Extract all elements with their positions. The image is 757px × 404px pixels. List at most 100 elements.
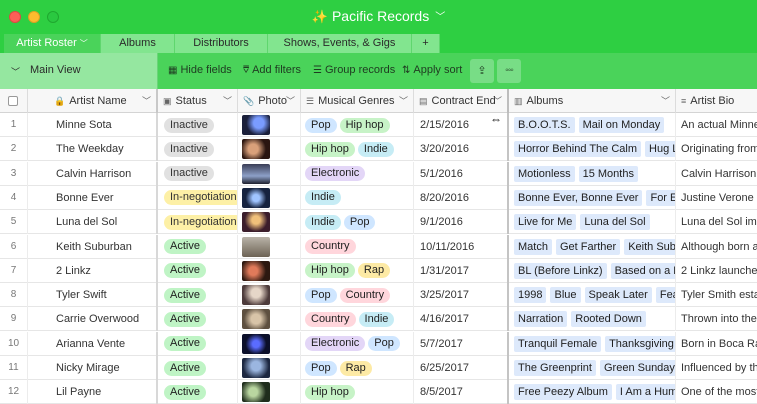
hide-fields-button[interactable]: ▦ Hide fields bbox=[168, 64, 232, 76]
tab-artist-roster[interactable]: Artist Roster ﹀ bbox=[4, 34, 101, 53]
cell-artist-name[interactable]: Luna del Sol bbox=[28, 210, 158, 235]
cell-albums[interactable]: B.O.O.T.S. Mail on Monday bbox=[509, 113, 676, 137]
cell-photo[interactable] bbox=[238, 161, 301, 186]
linked-album-record[interactable]: Green Sunday: Rel bbox=[599, 360, 675, 377]
cell-photo[interactable] bbox=[238, 307, 301, 332]
cell-status[interactable]: Active bbox=[158, 331, 238, 356]
select-all-checkbox[interactable] bbox=[0, 89, 28, 113]
cell-albums[interactable]: MatchGet FartherKeith Suburba bbox=[509, 234, 676, 259]
cell-musical-genres[interactable]: Pop Hip hop bbox=[301, 113, 414, 137]
linked-album-record[interactable]: Match bbox=[514, 238, 552, 255]
linked-album-record[interactable]: BL (Before Linkz) bbox=[514, 262, 607, 279]
linked-album-record[interactable]: Live for Me bbox=[514, 214, 577, 231]
table-row[interactable]: 5 Luna del Sol In-negotiation Indie Pop 9/1/2… bbox=[0, 210, 757, 235]
linked-album-record[interactable]: Motionless bbox=[514, 165, 575, 182]
cell-albums[interactable]: Narration Rooted Down bbox=[509, 307, 676, 332]
add-filters-button[interactable]: ⩢ Add filters bbox=[243, 64, 301, 76]
cell-musical-genres[interactable]: Hip hop Indie bbox=[301, 137, 414, 162]
cell-albums[interactable]: Bonne Ever, Bonne EverFor Ella, F bbox=[509, 185, 676, 210]
linked-album-record[interactable]: Horror Behind The Calm bbox=[514, 141, 642, 158]
table-row[interactable]: 2 The Weekday Inactive Hip hop Indie 3/20/201… bbox=[0, 137, 757, 162]
linked-album-record[interactable]: The Greenprint bbox=[514, 360, 596, 377]
cell-artist-name[interactable]: Lil Payne bbox=[28, 380, 158, 404]
cell-artist-bio[interactable]: Originating from t bbox=[676, 137, 757, 161]
artist-photo-thumbnail[interactable] bbox=[242, 285, 270, 306]
cell-photo[interactable] bbox=[238, 380, 301, 404]
cell-musical-genres[interactable]: Pop Rap bbox=[301, 356, 414, 380]
tab-albums[interactable]: Albums bbox=[101, 34, 175, 53]
cell-contract-end[interactable]: 9/1/2016 bbox=[414, 210, 509, 235]
cell-musical-genres[interactable]: Hip hop bbox=[301, 380, 414, 404]
cell-artist-name[interactable]: Nicky Mirage bbox=[28, 356, 158, 380]
cell-artist-bio[interactable]: Although born an bbox=[676, 235, 757, 259]
linked-album-record[interactable]: Blue bbox=[550, 287, 581, 304]
table-row[interactable]: 6 Keith Suburban Active Country 10/11/2016 Ma… bbox=[0, 234, 757, 259]
linked-album-record[interactable]: Speak Later bbox=[584, 287, 652, 304]
cell-musical-genres[interactable]: Indie bbox=[301, 185, 414, 210]
linked-album-record[interactable]: Hug Lanc bbox=[645, 141, 675, 158]
cell-status[interactable]: Active bbox=[158, 283, 238, 308]
cell-contract-end[interactable]: 3/25/2017 bbox=[414, 283, 509, 308]
view-switcher[interactable]: ﹀ Main View bbox=[0, 53, 158, 89]
cell-photo[interactable] bbox=[238, 356, 301, 380]
cell-artist-name[interactable]: Tyler Swift bbox=[28, 283, 158, 308]
cell-status[interactable]: Inactive bbox=[158, 113, 238, 137]
cell-photo[interactable] bbox=[238, 210, 301, 235]
cell-artist-bio[interactable]: Influenced by the bbox=[676, 356, 757, 380]
linked-album-record[interactable]: Fearful bbox=[655, 287, 675, 304]
linked-album-record[interactable]: For Ella, F bbox=[646, 189, 675, 206]
cell-artist-bio[interactable]: Calvin Harrison w bbox=[676, 162, 757, 186]
cell-albums[interactable]: Horror Behind The CalmHug Lanc bbox=[509, 137, 676, 162]
cell-albums[interactable]: Motionless 15 Months bbox=[509, 161, 676, 186]
cell-status[interactable]: Active bbox=[158, 258, 238, 283]
table-row[interactable]: 10 Arianna Vente Active Electronic Pop 5/7/20… bbox=[0, 331, 757, 356]
table-row[interactable]: 8 Tyler Swift Active Pop Country 3/25/2017 199… bbox=[0, 283, 757, 308]
linked-album-record[interactable]: Based on a F.A.L bbox=[610, 262, 675, 279]
cell-artist-name[interactable]: Carrie Overwood bbox=[28, 307, 158, 332]
cell-artist-bio[interactable]: Born in Boca Rate bbox=[676, 332, 757, 356]
cell-artist-bio[interactable]: Tyler Smith establ bbox=[676, 283, 757, 307]
cell-artist-bio[interactable]: An actual Minnes bbox=[676, 113, 757, 137]
cell-artist-name[interactable]: Calvin Harrison bbox=[28, 161, 158, 186]
group-records-button[interactable]: ☰ Group records bbox=[313, 64, 395, 76]
cell-albums[interactable]: Live for Me Luna del Sol bbox=[509, 210, 676, 235]
cell-status[interactable]: Active bbox=[158, 307, 238, 332]
artist-photo-thumbnail[interactable] bbox=[242, 309, 270, 330]
linked-album-record[interactable]: Free Peezy Album bbox=[514, 384, 612, 401]
table-row[interactable]: 12 Lil Payne Active Hip hop 8/5/2017 Free Pee… bbox=[0, 380, 757, 404]
cell-photo[interactable] bbox=[238, 283, 301, 308]
cell-albums[interactable]: 1998BlueSpeak LaterFearful bbox=[509, 283, 676, 308]
cell-photo[interactable] bbox=[238, 185, 301, 210]
cell-artist-name[interactable]: Arianna Vente bbox=[28, 331, 158, 356]
table-row[interactable]: 1 Minne Sota Inactive Pop Hip hop 2/15/2016 B.… bbox=[0, 113, 757, 137]
cell-artist-bio[interactable]: Thrown into the n bbox=[676, 307, 757, 331]
cell-artist-bio[interactable]: One of the most g bbox=[676, 380, 757, 404]
linked-album-record[interactable]: I Am a Human E bbox=[615, 384, 675, 401]
cell-artist-name[interactable]: Bonne Ever bbox=[28, 185, 158, 210]
cell-contract-end[interactable]: 6/25/2017 bbox=[414, 356, 509, 380]
cell-musical-genres[interactable]: Country Indie bbox=[301, 307, 414, 332]
cell-musical-genres[interactable]: Electronic bbox=[301, 161, 414, 186]
share-button[interactable]: ⇪ bbox=[470, 59, 494, 83]
linked-album-record[interactable]: Tranquil Female bbox=[514, 335, 602, 352]
artist-photo-thumbnail[interactable] bbox=[242, 115, 270, 135]
linked-album-record[interactable]: 15 Months bbox=[578, 165, 638, 182]
tab-shows-events-gigs[interactable]: Shows, Events, & Gigs bbox=[268, 34, 412, 53]
artist-photo-thumbnail[interactable] bbox=[242, 212, 270, 233]
artist-photo-thumbnail[interactable] bbox=[242, 260, 270, 281]
cell-status[interactable]: In-negotiation bbox=[158, 210, 238, 235]
cell-status[interactable]: Active bbox=[158, 356, 238, 380]
table-row[interactable]: 3 Calvin Harrison Inactive Electronic 5/1/20… bbox=[0, 161, 757, 186]
cell-contract-end[interactable]: 10/11/2016 bbox=[414, 234, 509, 259]
cell-artist-bio[interactable]: 2 Linkz launched bbox=[676, 259, 757, 283]
cell-musical-genres[interactable]: Pop Country bbox=[301, 283, 414, 308]
cell-musical-genres[interactable]: Electronic Pop bbox=[301, 331, 414, 356]
table-row[interactable]: 9 Carrie Overwood Active Country Indie 4/16/2… bbox=[0, 307, 757, 332]
add-table-button[interactable]: + bbox=[412, 34, 440, 53]
apply-sort-button[interactable]: ⇅ Apply sort bbox=[402, 64, 462, 76]
tab-distributors[interactable]: Distributors bbox=[175, 34, 268, 53]
artist-photo-thumbnail[interactable] bbox=[242, 358, 270, 378]
cell-artist-name[interactable]: Minne Sota bbox=[28, 113, 158, 137]
cell-photo[interactable] bbox=[238, 234, 301, 259]
cell-contract-end[interactable]: 3/20/2016 bbox=[414, 137, 509, 162]
